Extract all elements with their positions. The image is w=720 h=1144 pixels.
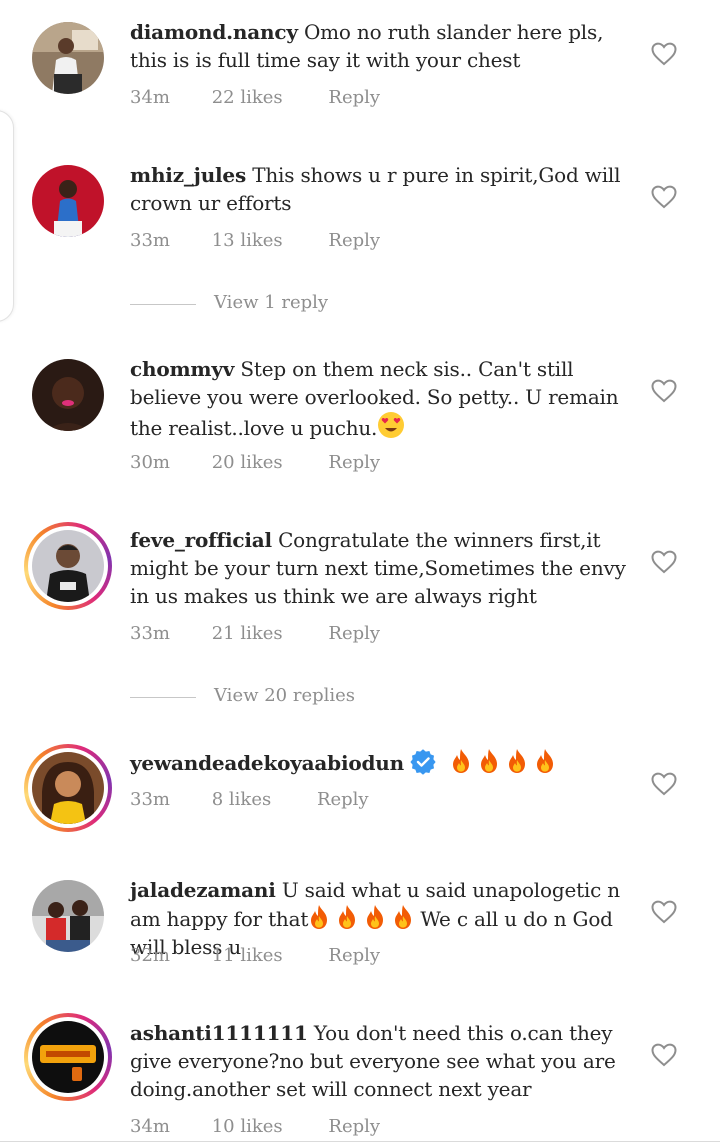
comment-text: diamond.nancy Omo no ruth slander here p… <box>130 18 630 74</box>
likes-count[interactable]: 21 likes <box>212 623 283 644</box>
username[interactable]: ashanti1111111 <box>130 1021 308 1045</box>
likes-count[interactable]: 13 likes <box>212 230 283 251</box>
heart-eyes-emoji <box>378 412 405 438</box>
comment-text: chommyv Step on them neck sis.. Can't st… <box>130 355 630 442</box>
fire-emoji <box>308 904 330 930</box>
story-ring[interactable] <box>24 744 112 832</box>
username[interactable]: mhiz_jules <box>130 163 246 187</box>
username[interactable]: jaladezamani <box>130 878 276 902</box>
likes-count[interactable]: 20 likes <box>212 452 283 473</box>
avatar[interactable] <box>32 22 104 94</box>
reply-button[interactable]: Reply <box>317 789 369 810</box>
fire-emoji <box>534 748 556 774</box>
comment-meta: 33m 13 likes Reply <box>130 230 380 251</box>
timestamp: 34m <box>130 1116 170 1137</box>
comment-meta: 32m 11 likes Reply <box>130 945 380 966</box>
username[interactable]: chommyv <box>130 357 234 381</box>
avatar[interactable] <box>32 880 104 952</box>
heart-outline-icon[interactable] <box>651 379 677 403</box>
username[interactable]: yewandeadekoyaabiodun <box>130 751 404 775</box>
username[interactable]: feve_rofficial <box>130 528 272 552</box>
heart-outline-icon[interactable] <box>651 550 677 574</box>
likes-count[interactable]: 10 likes <box>212 1116 283 1137</box>
avatar[interactable] <box>32 165 104 237</box>
avatar[interactable] <box>32 1021 104 1093</box>
story-ring[interactable] <box>24 522 112 610</box>
fire-emoji <box>364 904 386 930</box>
heart-outline-icon[interactable] <box>651 42 677 66</box>
likes-count[interactable]: 22 likes <box>212 87 283 108</box>
comment-text: feve_rofficial Congratulate the winners … <box>130 526 630 610</box>
heart-outline-icon[interactable] <box>651 1043 677 1067</box>
timestamp: 30m <box>130 452 170 473</box>
heart-outline-icon[interactable] <box>651 900 677 924</box>
reply-button[interactable]: Reply <box>328 230 380 251</box>
side-panel-edge <box>0 110 14 322</box>
timestamp: 33m <box>130 230 170 251</box>
divider-line <box>130 697 196 698</box>
comment-meta: 33m 8 likes Reply <box>130 789 369 810</box>
heart-outline-icon[interactable] <box>651 185 677 209</box>
bottom-divider <box>0 1141 720 1142</box>
comment-text: ashanti1111111 You don't need this o.can… <box>130 1019 630 1103</box>
timestamp: 34m <box>130 87 170 108</box>
avatar[interactable] <box>32 752 104 824</box>
likes-count[interactable]: 11 likes <box>212 945 283 966</box>
comment-meta: 34m 10 likes Reply <box>130 1116 380 1137</box>
view-replies-label[interactable]: View 20 replies <box>214 685 355 706</box>
divider-line <box>130 304 196 305</box>
comment-text: mhiz_jules This shows u r pure in spirit… <box>130 161 630 217</box>
comment-text: yewandeadekoyaabiodun <box>130 748 630 777</box>
reply-button[interactable]: Reply <box>328 452 380 473</box>
reply-button[interactable]: Reply <box>328 1116 380 1137</box>
comment-meta: 30m 20 likes Reply <box>130 452 380 473</box>
story-ring[interactable] <box>24 1013 112 1101</box>
verified-badge-icon <box>410 749 436 775</box>
heart-outline-icon[interactable] <box>651 772 677 796</box>
timestamp: 32m <box>130 945 170 966</box>
timestamp: 33m <box>130 623 170 644</box>
timestamp: 33m <box>130 789 170 810</box>
reply-button[interactable]: Reply <box>328 87 380 108</box>
fire-emoji <box>336 904 358 930</box>
reply-button[interactable]: Reply <box>328 945 380 966</box>
fire-emoji <box>478 748 500 774</box>
comment-meta: 34m 22 likes Reply <box>130 87 380 108</box>
avatar[interactable] <box>32 359 104 431</box>
reply-button[interactable]: Reply <box>328 623 380 644</box>
fire-emoji <box>506 748 528 774</box>
comment-meta: 33m 21 likes Reply <box>130 623 380 644</box>
view-replies-label[interactable]: View 1 reply <box>214 292 328 313</box>
fire-emoji <box>450 748 472 774</box>
likes-count[interactable]: 8 likes <box>212 789 271 810</box>
username[interactable]: diamond.nancy <box>130 20 298 44</box>
fire-emoji <box>392 904 414 930</box>
avatar[interactable] <box>32 530 104 602</box>
